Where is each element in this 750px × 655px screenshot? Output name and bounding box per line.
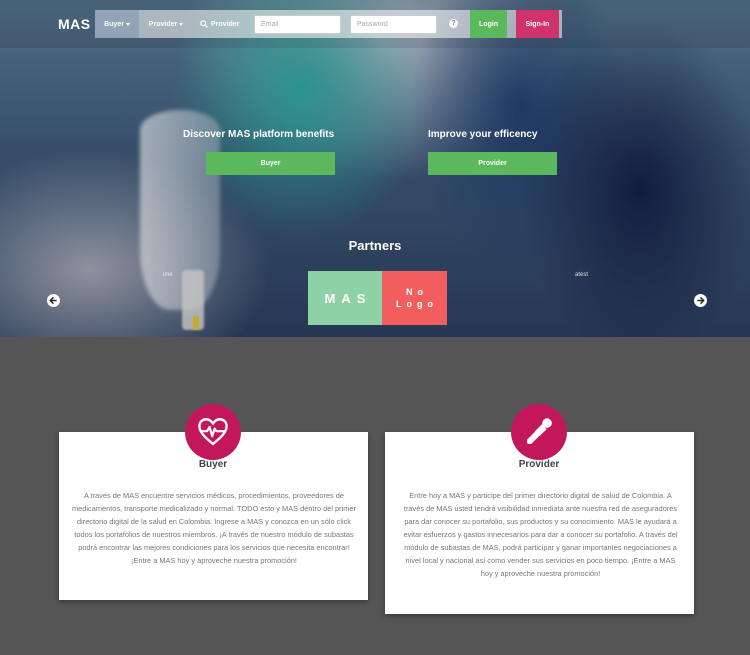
provider-card-title: Provider [518,459,560,470]
provider-dropdown-label: Provider [148,20,178,28]
buyer-card-title: Buyer [198,459,228,470]
provider-search-label: Provider [211,20,240,28]
provider-card-text: Entre hoy a MAS y participe del primer d… [403,491,678,578]
partner-logo-nologo[interactable]: No Logo [382,271,447,325]
buyer-card-text: A través de MAS encuentre servicios médi… [72,491,356,565]
partners-title: Partners [348,238,402,253]
efficiency-heading: Improve your efficency [428,129,538,140]
chevron-down-icon [179,22,184,26]
carousel-caption-right: atest [575,272,589,278]
carousel-prev-button[interactable] [47,294,60,307]
chevron-down-icon [125,22,130,26]
dropper-icon [511,404,567,460]
provider-dropdown[interactable]: Provider [142,10,190,38]
brand-logo[interactable]: MAS [58,16,91,32]
partner-logo-mas[interactable]: MAS [308,271,382,325]
navbar: MAS Buyer Provider Provider ? Login Sign… [0,0,750,48]
carousel-next-button[interactable] [694,294,707,307]
question-circle-icon[interactable]: ? [449,19,458,28]
arrow-right-icon [697,296,705,305]
benefits-heading: Discover MAS platform benefits [183,129,335,140]
search-icon [200,20,208,28]
buyer-dropdown-label: Buyer [104,20,124,28]
email-field[interactable] [254,15,341,34]
buyer-hero-button[interactable]: Buyer [206,152,335,175]
login-button[interactable]: Login [470,10,507,38]
carousel-caption-left: ime [163,272,173,278]
provider-search-link[interactable]: Provider [200,10,239,38]
sign-in-button[interactable]: Sign-In [516,10,559,38]
heart-pulse-icon [185,404,241,460]
arrow-left-icon [49,296,57,305]
buyer-dropdown[interactable]: Buyer [95,10,139,38]
provider-hero-button[interactable]: Provider [428,152,557,175]
password-field[interactable] [350,15,437,34]
